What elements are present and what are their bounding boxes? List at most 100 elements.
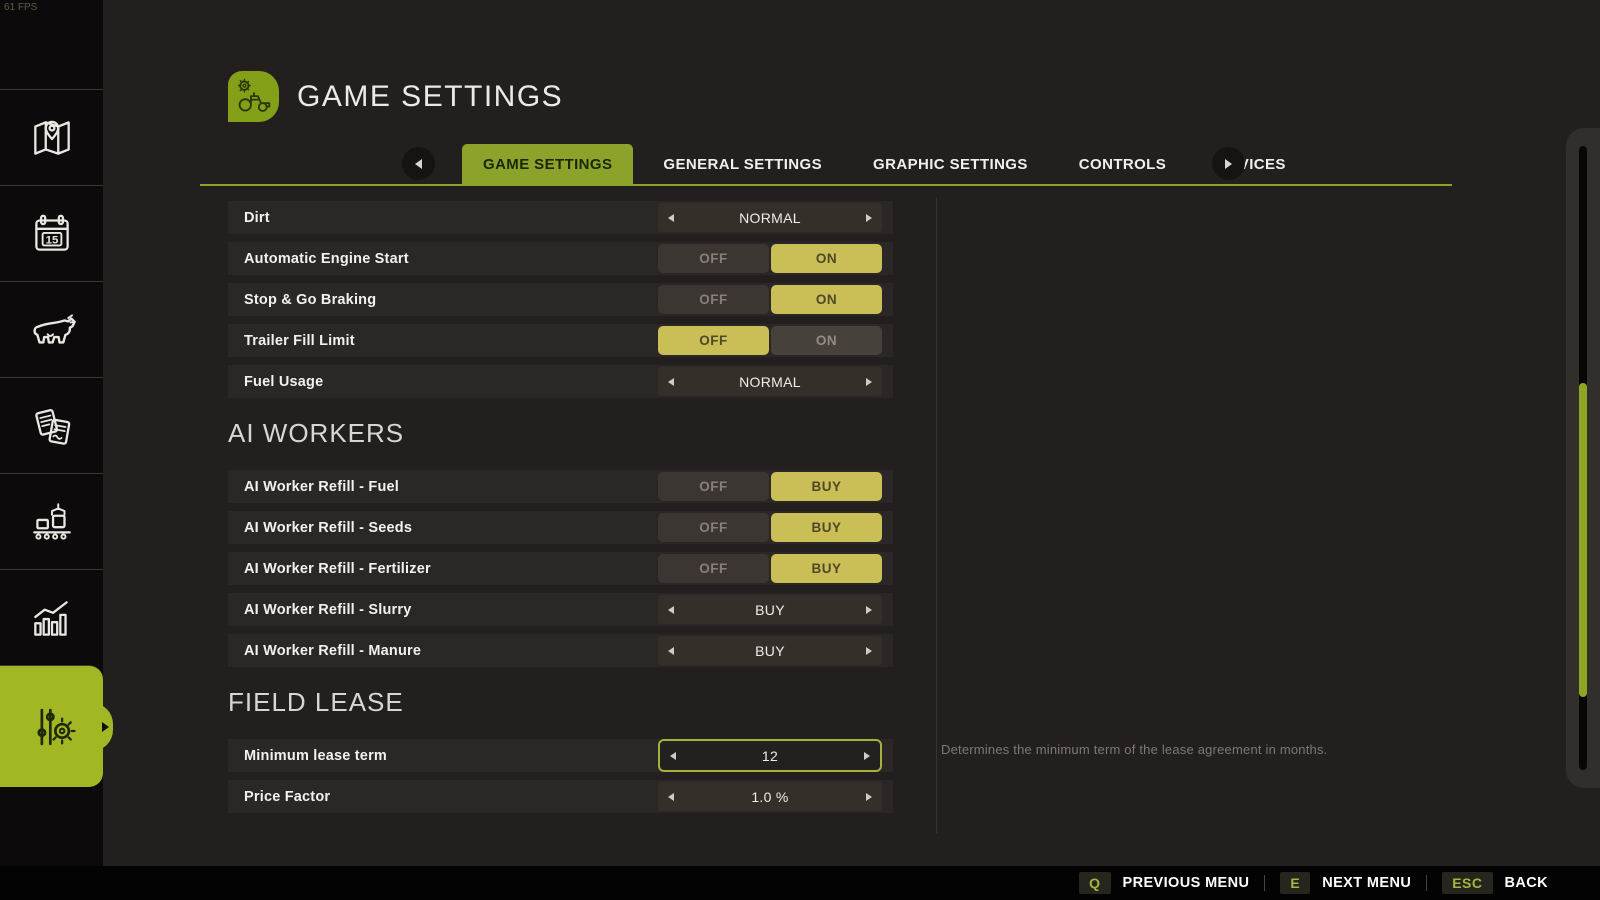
setting-label: Trailer Fill Limit <box>244 332 355 349</box>
setting-description: Determines the minimum term of the lease… <box>941 742 1328 757</box>
tab-game-settings[interactable]: GAME SETTINGS <box>462 144 634 184</box>
selector-prev-icon[interactable] <box>670 751 676 760</box>
fuel-usage-selector[interactable]: NORMAL <box>658 367 882 396</box>
toggle-option-buy[interactable]: BUY <box>771 472 882 501</box>
scrollbar-thumb[interactable] <box>1579 383 1587 697</box>
tab-underline <box>200 184 1452 186</box>
selector-value: NORMAL <box>739 373 801 390</box>
setting-label: Automatic Engine Start <box>244 250 409 267</box>
trailer-fill-limit-toggle: OFF ON <box>658 326 882 355</box>
tractor-icon <box>237 78 270 112</box>
setting-row-minimum-lease-term: Minimum lease term 12 <box>228 739 893 772</box>
hint-label: BACK <box>1504 875 1548 891</box>
tab-controls[interactable]: CONTROLS <box>1058 144 1187 184</box>
selector-prev-icon[interactable] <box>668 605 674 614</box>
setting-row-dirt: Dirt NORMAL <box>228 201 893 234</box>
setting-row-ai-refill-manure: AI Worker Refill - Manure BUY <box>228 634 893 667</box>
toggle-option-buy[interactable]: BUY <box>771 554 882 583</box>
setting-row-ai-refill-seeds: AI Worker Refill - Seeds OFF BUY <box>228 511 893 544</box>
price-factor-selector[interactable]: 1.0 % <box>658 782 882 811</box>
sidebar-item-production[interactable] <box>0 473 103 569</box>
setting-label: AI Worker Refill - Seeds <box>244 519 413 536</box>
selector-next-icon[interactable] <box>866 792 872 801</box>
minimum-lease-term-selector[interactable]: 12 <box>658 739 882 772</box>
setting-row-stop-go-braking: Stop & Go Braking OFF ON <box>228 283 893 316</box>
toggle-option-on[interactable]: ON <box>771 244 882 273</box>
calendar-icon: 15 <box>34 214 69 251</box>
hint-separator <box>1264 875 1266 891</box>
hint-back[interactable]: ESC BACK <box>1442 872 1548 894</box>
ai-refill-slurry-selector[interactable]: BUY <box>658 595 882 624</box>
hint-previous-menu[interactable]: Q PREVIOUS MENU <box>1079 872 1249 894</box>
tab-graphic-settings[interactable]: GRAPHIC SETTINGS <box>852 144 1049 184</box>
setting-label: Stop & Go Braking <box>244 291 377 308</box>
section-heading-ai-workers: AI WORKERS <box>228 418 405 448</box>
cow-icon <box>32 313 76 344</box>
key-badge-q: Q <box>1079 872 1111 894</box>
arrow-right-icon <box>1225 158 1232 169</box>
hint-label: NEXT MENU <box>1322 875 1412 891</box>
selector-prev-icon[interactable] <box>668 646 674 655</box>
toggle-option-on[interactable]: ON <box>771 285 882 314</box>
toggle-option-off[interactable]: OFF <box>658 513 769 542</box>
selector-next-icon[interactable] <box>865 213 872 222</box>
tab-general-settings[interactable]: GENERAL SETTINGS <box>642 144 843 184</box>
ai-refill-manure-selector[interactable]: BUY <box>658 636 882 665</box>
selector-prev-icon[interactable] <box>668 377 674 386</box>
sidebar-item-statistics[interactable] <box>0 569 103 665</box>
sidebar-item-map[interactable] <box>0 89 103 185</box>
statistics-icon <box>33 600 68 636</box>
hint-next-menu[interactable]: E NEXT MENU <box>1280 872 1411 894</box>
toggle-option-off[interactable]: OFF <box>658 326 769 355</box>
setting-row-fuel-usage: Fuel Usage NORMAL <box>228 365 893 398</box>
tab-bar: GAME SETTINGS GENERAL SETTINGS GRAPHIC S… <box>462 144 1316 184</box>
selector-prev-icon[interactable] <box>668 792 674 801</box>
setting-label: AI Worker Refill - Fertilizer <box>244 560 431 577</box>
sidebar: 15 <box>0 0 113 866</box>
setting-row-price-factor: Price Factor 1.0 % <box>228 780 893 813</box>
sidebar-item-animals[interactable] <box>0 281 103 377</box>
sidebar-item-settings[interactable] <box>0 665 113 787</box>
map-icon <box>33 120 70 155</box>
setting-label: AI Worker Refill - Manure <box>244 642 422 659</box>
selector-next-icon[interactable] <box>866 605 872 614</box>
setting-label: Minimum lease term <box>244 747 388 764</box>
hint-label: PREVIOUS MENU <box>1122 875 1250 891</box>
setting-label: Dirt <box>244 209 270 226</box>
toggle-option-off[interactable]: OFF <box>658 244 769 273</box>
selector-next-icon[interactable] <box>865 377 872 386</box>
setting-label: Fuel Usage <box>244 373 324 390</box>
page-icon-badge <box>228 71 279 122</box>
toggle-option-on[interactable]: ON <box>771 326 882 355</box>
selector-next-icon[interactable] <box>866 646 872 655</box>
footer-bar: Q PREVIOUS MENU E NEXT MENU ESC BACK <box>0 866 1600 900</box>
sidebar-item-contracts[interactable] <box>0 377 103 473</box>
key-badge-e: E <box>1280 872 1311 894</box>
selector-value: BUY <box>755 601 785 618</box>
sidebar-item-calendar[interactable]: 15 <box>0 185 103 281</box>
svg-text:15: 15 <box>45 234 58 246</box>
toggle-option-buy[interactable]: BUY <box>771 513 882 542</box>
dirt-selector[interactable]: NORMAL <box>658 203 882 232</box>
ai-refill-fuel-toggle: OFF BUY <box>658 472 882 501</box>
tabs-next-button[interactable] <box>1212 147 1245 180</box>
setting-row-ai-refill-slurry: AI Worker Refill - Slurry BUY <box>228 593 893 626</box>
section-heading-field-lease: FIELD LEASE <box>228 687 404 717</box>
toggle-option-off[interactable]: OFF <box>658 472 769 501</box>
production-icon <box>32 502 71 540</box>
fps-counter: 61 FPS <box>4 2 38 13</box>
tabs-prev-button[interactable] <box>402 147 435 180</box>
setting-row-automatic-engine-start: Automatic Engine Start OFF ON <box>228 242 893 275</box>
automatic-engine-start-toggle: OFF ON <box>658 244 882 273</box>
toggle-option-off[interactable]: OFF <box>658 554 769 583</box>
selector-prev-icon[interactable] <box>668 213 674 222</box>
ai-refill-seeds-toggle: OFF BUY <box>658 513 882 542</box>
toggle-option-off[interactable]: OFF <box>658 285 769 314</box>
content-divider <box>936 197 937 833</box>
selector-next-icon[interactable] <box>864 751 870 760</box>
selector-value: BUY <box>755 642 785 659</box>
scrollbar-track[interactable] <box>1566 128 1600 788</box>
contracts-icon <box>34 408 70 445</box>
page-title: GAME SETTINGS <box>297 80 564 113</box>
